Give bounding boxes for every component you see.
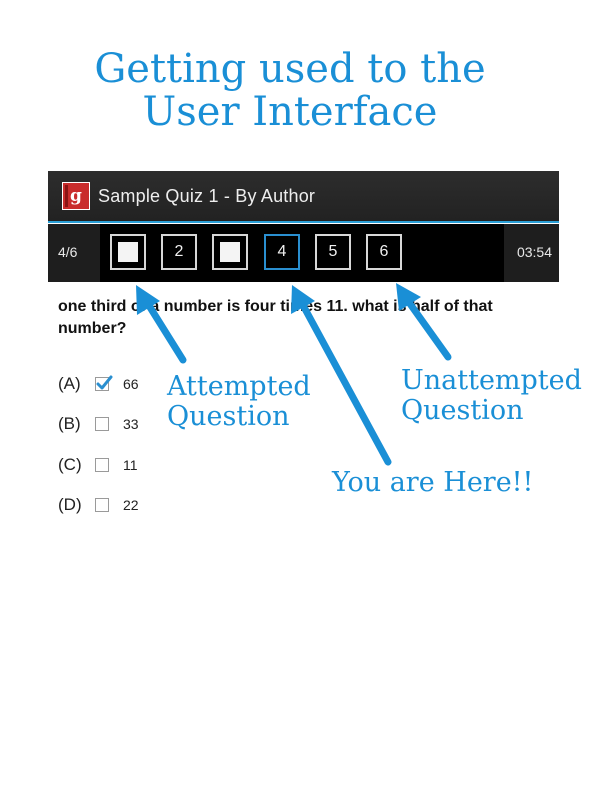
option-c[interactable]: (C) 11 bbox=[58, 454, 138, 476]
question-counter: 4/6 bbox=[58, 244, 78, 260]
option-a-checkbox[interactable] bbox=[95, 375, 113, 391]
app-bar: g Sample Quiz 1 - By Author bbox=[48, 171, 559, 223]
option-letter: (A) bbox=[58, 374, 81, 393]
option-b[interactable]: (B) 33 bbox=[58, 413, 139, 435]
question-text: one third of a number is four times 11. … bbox=[58, 298, 493, 337]
option-value: 22 bbox=[123, 497, 139, 513]
promo-page: Getting used to the User Interface g Sam… bbox=[0, 0, 600, 800]
question-button-4-current[interactable]: 4 bbox=[264, 234, 300, 270]
headline-line-2: User Interface bbox=[142, 89, 438, 135]
callout-you-are-here: You are Here!! bbox=[332, 467, 534, 498]
callout-attempted-line-1: Attempted bbox=[167, 371, 311, 402]
headline-line-1: Getting used to the bbox=[94, 46, 486, 92]
app-title: Sample Quiz 1 - By Author bbox=[98, 185, 316, 206]
callout-unattempted-line-1: Unattempted bbox=[401, 365, 582, 396]
option-b-checkbox[interactable] bbox=[95, 417, 109, 431]
quiz-timer: 03:54 bbox=[516, 244, 552, 260]
question-button-2[interactable]: 2 bbox=[161, 234, 197, 270]
option-c-checkbox[interactable] bbox=[95, 458, 109, 472]
checkmark-icon bbox=[96, 375, 113, 390]
headline: Getting used to the User Interface bbox=[0, 48, 580, 134]
option-a[interactable]: (A) 66 bbox=[58, 373, 139, 395]
question-button-6[interactable]: 6 bbox=[366, 234, 402, 270]
callout-unattempted: Unattempted Question bbox=[401, 366, 582, 426]
option-letter: (D) bbox=[58, 495, 82, 514]
question-button-5[interactable]: 5 bbox=[315, 234, 351, 270]
option-d[interactable]: (D) 22 bbox=[58, 494, 139, 516]
option-d-checkbox[interactable] bbox=[95, 498, 109, 512]
app-logo-glyph: g bbox=[70, 186, 82, 206]
question-button-3-attempted[interactable] bbox=[212, 234, 248, 270]
option-value: 11 bbox=[123, 457, 138, 473]
option-letter: (C) bbox=[58, 455, 82, 474]
callout-attempted: Attempted Question bbox=[167, 372, 311, 432]
app-logo-icon[interactable]: g bbox=[62, 182, 90, 210]
question-number: 5 bbox=[328, 243, 338, 260]
question-navigator: 4/6 2 4 5 6 03:54 bbox=[48, 224, 559, 282]
attempted-fill bbox=[118, 242, 138, 262]
option-letter: (B) bbox=[58, 414, 81, 433]
question-strip: 2 4 5 6 bbox=[100, 224, 504, 282]
question-number: 6 bbox=[379, 243, 389, 260]
callout-unattempted-line-2: Question bbox=[401, 395, 524, 426]
option-value: 33 bbox=[123, 416, 139, 432]
question-number: 2 bbox=[174, 243, 184, 260]
question-number: 4 bbox=[277, 243, 287, 260]
question-button-1-attempted[interactable] bbox=[110, 234, 146, 270]
callout-attempted-line-2: Question bbox=[167, 401, 290, 432]
option-value: 66 bbox=[123, 376, 139, 392]
attempted-fill bbox=[220, 242, 240, 262]
